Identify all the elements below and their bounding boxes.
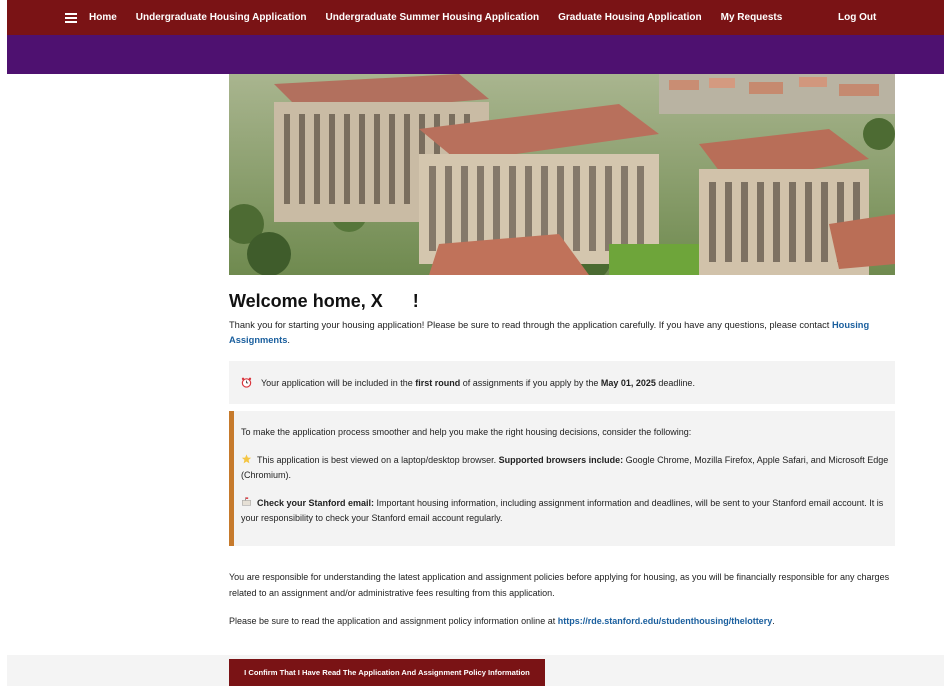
notice-first-round: first round — [415, 377, 461, 388]
intro-end: . — [287, 335, 290, 345]
notice-deadline-date: May 01, 2025 — [600, 377, 656, 388]
notice-text: Your application will be included in the… — [261, 378, 695, 388]
nav-graduate-housing[interactable]: Graduate Housing Application — [558, 12, 702, 23]
top-nav: Home Undergraduate Housing Application U… — [7, 0, 944, 35]
tip-browser: This application is best viewed on a lap… — [241, 453, 891, 483]
logout-link[interactable]: Log Out — [838, 12, 876, 23]
nav-my-requests[interactable]: My Requests — [721, 12, 783, 23]
tip-email: Check your Stanford email: Important hou… — [241, 496, 891, 526]
intro-paragraph: Thank you for starting your housing appl… — [229, 318, 889, 348]
tip-browser-pre: This application is best viewed on a lap… — [257, 455, 499, 465]
policy-paragraph-1: You are responsible for understanding th… — [229, 572, 890, 598]
nav-home[interactable]: Home — [89, 12, 117, 23]
nav-undergraduate-summer-housing[interactable]: Undergraduate Summer Housing Application — [326, 12, 540, 23]
menu-icon[interactable] — [65, 12, 77, 23]
confirm-policy-button[interactable]: I Confirm That I Have Read The Applicati… — [229, 659, 545, 686]
tip-email-bold: Check your Stanford email: — [257, 498, 375, 508]
policy-p2-post: . — [772, 616, 775, 626]
sub-header-bar — [7, 35, 944, 74]
star-icon — [241, 454, 252, 464]
policy-lottery-link[interactable]: https://rde.stanford.edu/studenthousing/… — [558, 616, 773, 626]
notice-mid: of assignments if you apply by the — [460, 377, 601, 388]
nav-undergraduate-housing[interactable]: Undergraduate Housing Application — [136, 12, 307, 23]
notice-post: deadline. — [655, 377, 695, 388]
tips-box: To make the application process smoother… — [229, 411, 895, 546]
welcome-heading: Welcome home, X ! — [229, 291, 419, 311]
deadline-notice: Your application will be included in the… — [229, 361, 895, 404]
notice-pre: Your application will be included in the — [261, 377, 416, 388]
tips-lead: To make the application process smoother… — [241, 427, 692, 437]
mailbox-icon — [242, 497, 251, 506]
intro-text: Thank you for starting your housing appl… — [229, 320, 832, 330]
alarm-clock-icon — [241, 377, 252, 388]
hero-campus-image — [229, 74, 895, 275]
tip-browser-bold: Supported browsers include: — [498, 455, 624, 465]
policy-p2-pre: Please be sure to read the application a… — [229, 616, 558, 626]
policy-paragraph-2: Please be sure to read the application a… — [229, 613, 895, 629]
